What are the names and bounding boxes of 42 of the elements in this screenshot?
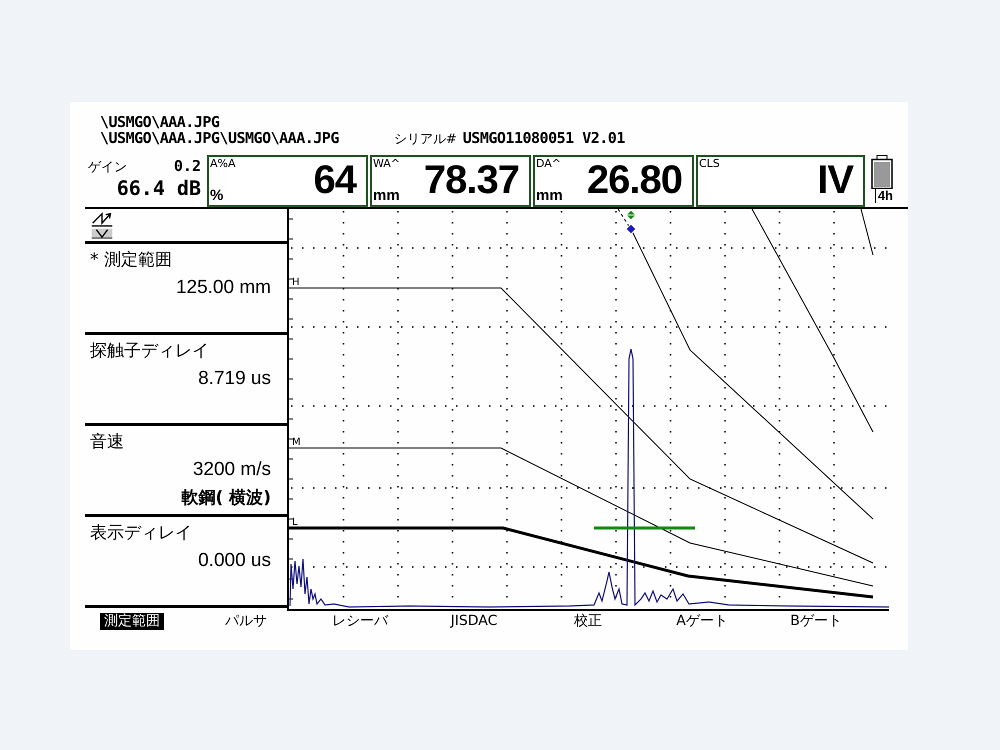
menu-item[interactable]: Aゲート (672, 613, 732, 630)
gain-label: ゲイン (88, 159, 127, 176)
readout-unit: mm (373, 188, 400, 203)
readout-label: WA^ (373, 158, 400, 170)
file-path: \USMGO\AAA.JPG (100, 114, 220, 130)
parameter-label: 音速 (90, 431, 125, 454)
parameter-value: 8.719 us (198, 367, 271, 391)
curve-label: L (292, 517, 298, 528)
curve-label: M (292, 437, 301, 448)
parameter-label: * 測定範囲 (90, 249, 173, 272)
rectify-mode-icon (90, 211, 114, 239)
menu-item[interactable]: 測定範囲 (100, 613, 164, 630)
battery-icon (871, 155, 893, 189)
readout-value: 26.80 (586, 157, 683, 204)
parameter-value: 軟鋼( 横波) (182, 487, 271, 510)
menu-item[interactable]: JISDAC (446, 613, 502, 630)
file-path: \USMGO\AAA.JPG\USMGO\AAA.JPG (100, 130, 339, 146)
echo-marker-icon[interactable] (625, 223, 637, 235)
readout-unit: % (210, 188, 224, 203)
parameter-label: 探触子ディレイ (90, 340, 210, 363)
gain-step: 0.2 (174, 157, 201, 175)
readout-label: DA^ (536, 158, 562, 170)
parameter-value: 125.00 mm (176, 276, 271, 300)
serial-number: USMGO11080051 V2.01 (462, 130, 625, 146)
readout-value: 78.37 (424, 157, 520, 204)
readout-label: CLS (699, 158, 720, 170)
readout-value: 64 (314, 157, 358, 204)
menu-item[interactable]: パルサ (221, 613, 271, 630)
parameter-value: 0.000 us (198, 549, 271, 573)
curve-label: H (292, 277, 300, 288)
parameter-label: 表示ディレイ (90, 522, 193, 545)
serial-label: シリアル# (394, 132, 457, 148)
parameter-value: 3200 m/s (192, 458, 271, 482)
menu-item[interactable]: Bゲート (786, 613, 846, 630)
gain-value: 66.4 dB (116, 176, 201, 200)
readout-label: A%A (210, 158, 236, 170)
battery-time: 4h (874, 189, 893, 203)
readout-value: IV (817, 157, 855, 204)
gate-marker-icon[interactable] (626, 209, 637, 220)
menu-item[interactable]: レシーバ (328, 613, 392, 630)
menu-item[interactable]: 校正 (570, 613, 606, 630)
readout-unit: mm (536, 188, 563, 203)
